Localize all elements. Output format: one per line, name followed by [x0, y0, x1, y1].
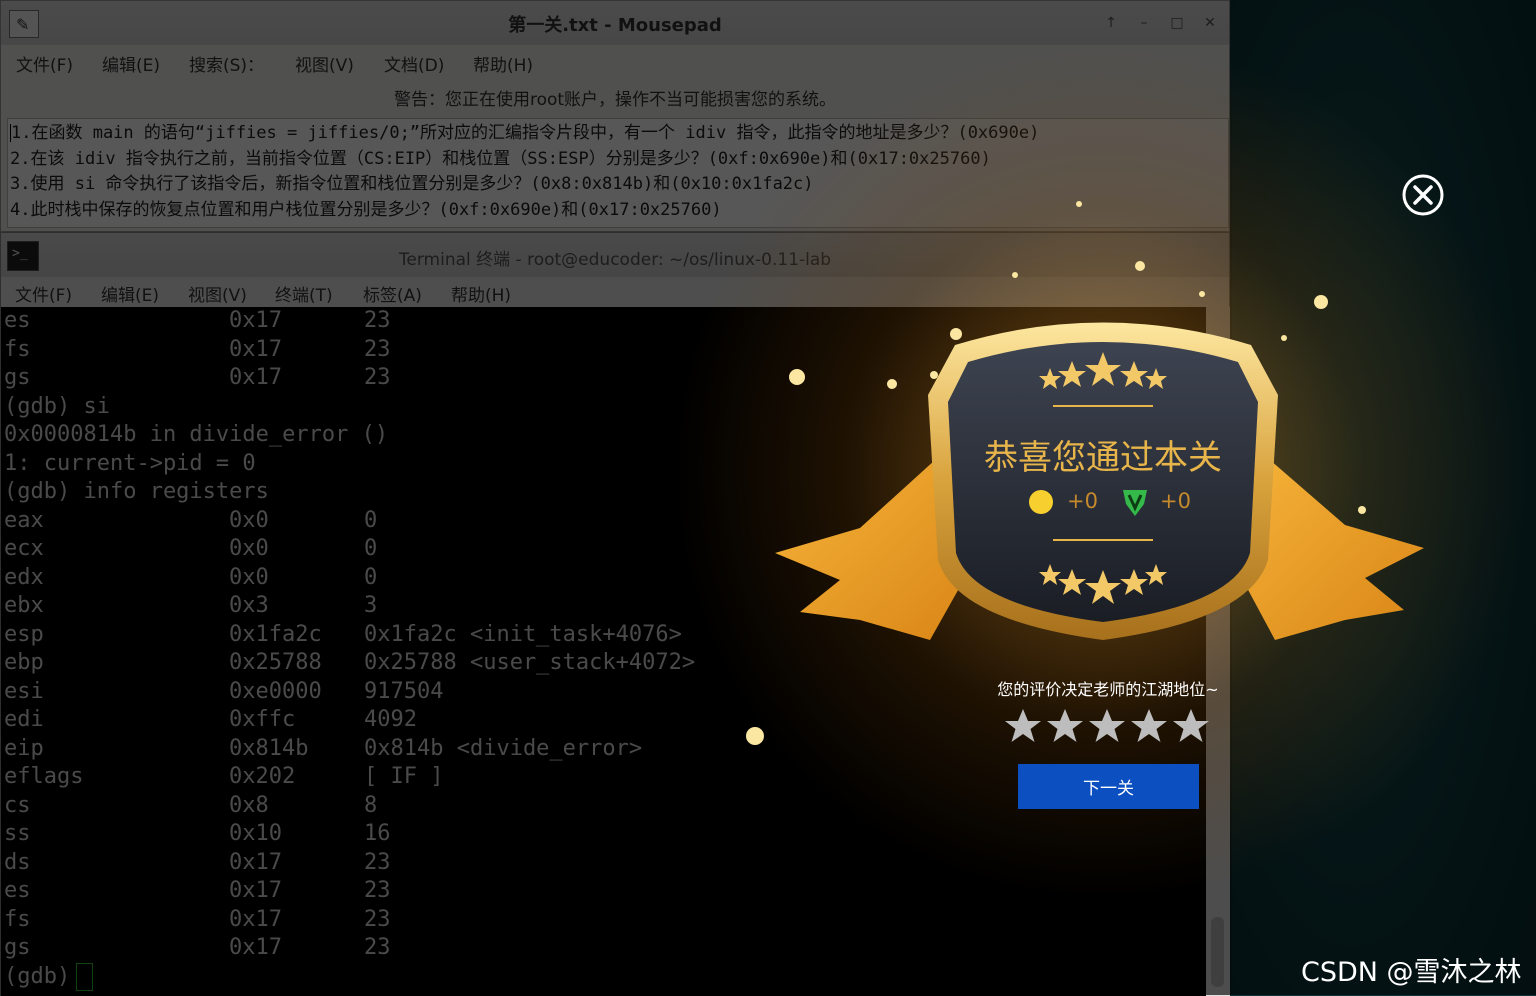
terminal-line: fs 0x17 23 [4, 336, 391, 362]
terminal-line: ss 0x10 16 [4, 821, 391, 846]
editor-line: 4.此时栈中保存的恢复点位置和用户栈位置分别是多少？(0xf:0x690e)和(… [10, 199, 722, 220]
close-window-icon[interactable]: ✕ [1200, 13, 1220, 33]
coin-score: +0 [1067, 489, 1098, 513]
keep-above-icon[interactable]: ↑ [1101, 13, 1121, 33]
star-icon [1047, 709, 1083, 742]
star-icon [1089, 709, 1125, 742]
rating-star-5[interactable] [1171, 706, 1211, 746]
editor-line: 3.使用 si 命令执行了该指令后，新指令位置和栈位置分别是多少？(0x8:0x… [10, 174, 814, 194]
term-menu-file[interactable]: 文件(F) [15, 281, 72, 306]
mousepad-menubar: 文件(F) 编辑(E) 搜索(S)： 视图(V) 文档(D) 帮助(H) [1, 47, 1229, 77]
menu-view[interactable]: 视图(V) [295, 51, 354, 76]
rating-star-1[interactable] [1003, 706, 1043, 746]
terminal-line: es 0x17 23 [4, 308, 391, 333]
star-icon [1131, 709, 1167, 742]
congrats-heading: 恭喜您通过本关 [984, 438, 1222, 478]
menu-search[interactable]: 搜索(S)： [189, 51, 264, 76]
mousepad-titlebar[interactable]: ✎ 第一关.txt - Mousepad ↑ – □ ✕ [1, 1, 1229, 45]
text-editor-area[interactable]: 1.在函数 main 的语句“jiffies = jiffies/0;”所对应的… [7, 118, 1229, 228]
terminal-line: es 0x17 23 [4, 878, 391, 903]
star-icon [1173, 709, 1209, 742]
terminal-titlebar[interactable]: >_ Terminal 终端 - root@educoder: ~/os/lin… [1, 233, 1229, 277]
terminal-line: esp 0x1fa2c 0x1fa2c <init_task+4076> [4, 621, 682, 647]
v-score: +0 [1160, 489, 1191, 513]
terminal-line: (gdb) info registers [4, 479, 269, 504]
csdn-watermark: CSDN @雪沐之林 [1301, 957, 1522, 988]
menu-document[interactable]: 文档(D) [384, 51, 444, 76]
terminal-line: gs 0x17 23 [4, 365, 391, 390]
terminal-menubar: 文件(F) 编辑(E) 视图(V) 终端(T) 标签(A) 帮助(H) [1, 277, 1229, 307]
rating-star-4[interactable] [1129, 706, 1169, 746]
rating-prompt: 您的评价决定老师的江湖地位~ [997, 680, 1219, 699]
terminal-title: Terminal 终端 - root@educoder: ~/os/linux-… [398, 250, 832, 270]
maximize-icon[interactable]: □ [1167, 13, 1187, 33]
window-title: 第一关.txt - Mousepad [508, 15, 722, 36]
term-menu-view[interactable]: 视图(V) [188, 281, 247, 306]
terminal-line: eax 0x0 0 [4, 507, 378, 533]
rating-star-2[interactable] [1045, 706, 1085, 746]
terminal-line: ebp 0x25788 0x25788 <user_stack+4072> [4, 650, 696, 675]
close-popup-button[interactable] [1401, 173, 1445, 217]
terminal-line: ebx 0x3 3 [4, 593, 378, 618]
rating-stars [1003, 706, 1219, 746]
menu-file[interactable]: 文件(F) [16, 51, 73, 76]
close-circle-icon [1402, 174, 1444, 216]
menu-edit[interactable]: 编辑(E) [102, 51, 160, 76]
terminal-output[interactable]: es 0x17 23 fs 0x17 23 gs 0x17 23 (gdb) si 0x000081… [1, 307, 1206, 996]
terminal-line: ds 0x17 23 [4, 849, 391, 875]
terminal-line: edx 0x0 0 [4, 564, 378, 590]
terminal-cursor [76, 962, 94, 991]
rating-star-3[interactable] [1087, 706, 1127, 746]
next-level-button[interactable]: 下一关 [1018, 764, 1199, 809]
term-menu-tabs[interactable]: 标签(A) [363, 281, 422, 306]
mousepad-window: ✎ 第一关.txt - Mousepad ↑ – □ ✕ 文件(F) 编辑(E)… [0, 0, 1230, 232]
editor-line: 1.在函数 main 的语句“jiffies = jiffies/0;”所对应的… [10, 123, 1040, 143]
menu-help[interactable]: 帮助(H) [473, 51, 533, 76]
term-menu-terminal[interactable]: 终端(T) [275, 281, 333, 306]
terminal-line: fs 0x17 23 [4, 906, 391, 932]
terminal-line: gs 0x17 23 [4, 935, 391, 960]
term-menu-help[interactable]: 帮助(H) [451, 281, 511, 306]
gdb-prompt-line: (gdb) [1, 962, 1206, 992]
term-menu-edit[interactable]: 编辑(E) [101, 281, 159, 306]
editor-line: 2.在该 idiv 指令执行之前，当前指令位置（CS:EIP）和栈位置（SS:E… [10, 148, 991, 169]
star-icon [1005, 709, 1041, 742]
desktop-background [1232, 0, 1536, 995]
minimize-icon[interactable]: – [1134, 13, 1154, 33]
terminal-line: (gdb) si [4, 393, 110, 419]
terminal-line: ecx 0x0 0 [4, 536, 378, 561]
root-warning-banner: 警告：您正在使用root账户，操作不当可能损害您的系统。 [393, 90, 837, 110]
scrollbar-thumb[interactable] [1211, 917, 1224, 987]
terminal-scrollbar[interactable] [1206, 307, 1230, 996]
terminal-window: >_ Terminal 终端 - root@educoder: ~/os/lin… [0, 232, 1230, 996]
